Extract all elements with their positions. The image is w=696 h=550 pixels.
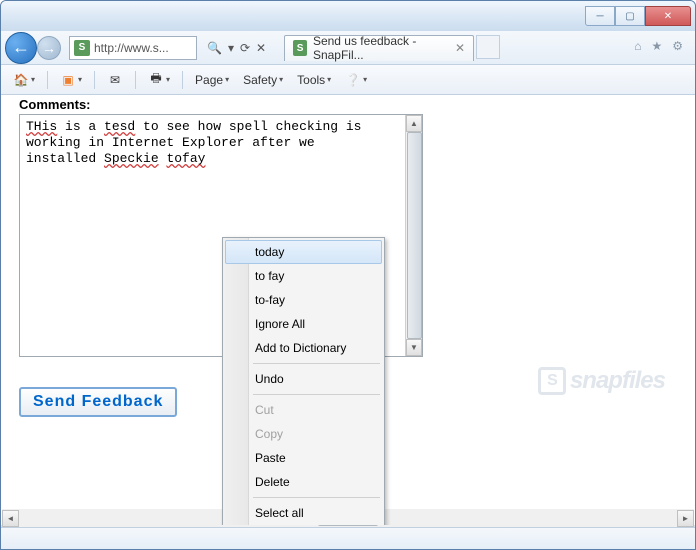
browser-window: ─ ▢ ✕ ← → S http://www.s... 🔍 ▾ ⟳ ✕ S Se… (0, 0, 696, 550)
menu-item[interactable]: Select all (225, 501, 382, 525)
separator (94, 71, 95, 89)
refresh-icon[interactable]: ⟳ (240, 41, 250, 55)
send-feedback-button[interactable]: Send Feedback (19, 387, 177, 417)
tools-gear-icon[interactable]: ⚙ (672, 39, 683, 53)
scroll-up-button[interactable]: ▲ (406, 115, 422, 132)
scroll-right-button[interactable]: ► (677, 510, 694, 527)
vertical-scrollbar[interactable]: ▲ ▼ (405, 115, 422, 356)
mail-button[interactable]: ✉ (103, 70, 127, 90)
context-menu: todayto fayto-fayIgnore AllAdd to Dictio… (222, 237, 385, 525)
maximize-button[interactable]: ▢ (615, 6, 645, 26)
separator (135, 71, 136, 89)
site-favicon: S (74, 40, 90, 56)
menu-item[interactable]: Undo (225, 367, 382, 391)
minimize-button[interactable]: ─ (585, 6, 615, 26)
search-dropdown[interactable]: ▾ (228, 41, 234, 55)
safety-menu[interactable]: Safety▾ (239, 71, 287, 89)
stop-icon[interactable]: ✕ (256, 41, 266, 55)
misspelled-word[interactable]: THis (26, 119, 57, 134)
menu-item: Copy (225, 422, 382, 446)
misspelled-word[interactable]: Speckie (104, 151, 159, 166)
scroll-left-button[interactable]: ◄ (2, 510, 19, 527)
page-menu[interactable]: Page▾ (191, 71, 233, 89)
chrome-icons: ⌂ ★ ⚙ (634, 39, 683, 53)
navbar: ← → S http://www.s... 🔍 ▾ ⟳ ✕ S Send us … (1, 31, 695, 65)
separator (182, 71, 183, 89)
scroll-thumb[interactable] (407, 132, 422, 339)
menu-item: Cut (225, 398, 382, 422)
favorites-icon[interactable]: ★ (651, 39, 662, 53)
watermark-icon: S (538, 367, 566, 395)
menu-item[interactable]: Add to Dictionary (225, 336, 382, 360)
scroll-down-button[interactable]: ▼ (406, 339, 422, 356)
separator (47, 71, 48, 89)
comments-label: Comments: (19, 97, 677, 112)
menu-item[interactable]: today (225, 240, 382, 264)
help-button[interactable]: ❔▾ (341, 70, 371, 90)
menu-item[interactable]: Ignore All (225, 312, 382, 336)
address-bar[interactable]: S http://www.s... (69, 36, 197, 60)
tab-favicon: S (293, 40, 307, 56)
tab-title: Send us feedback - SnapFil... (313, 34, 449, 62)
status-bar (1, 527, 695, 549)
url-text: http://www.s... (94, 41, 169, 55)
misspelled-word[interactable]: tofay (166, 151, 205, 166)
browser-tab[interactable]: S Send us feedback - SnapFil... ✕ (284, 35, 474, 61)
feeds-button[interactable]: ▣▾ (56, 70, 86, 90)
close-button[interactable]: ✕ (645, 6, 691, 26)
misspelled-word[interactable]: tesd (104, 119, 135, 134)
watermark: S snapfiles (538, 367, 665, 395)
tab-strip: S Send us feedback - SnapFil... ✕ (284, 35, 500, 61)
command-bar: 🏠▾ ▣▾ ✉ 🖶▾ Page▾ Safety▾ Tools▾ ❔▾ (1, 65, 695, 95)
menu-item[interactable]: to-fay (225, 288, 382, 312)
home-button[interactable]: 🏠▾ (9, 70, 39, 90)
tools-menu[interactable]: Tools▾ (293, 71, 335, 89)
search-icon[interactable]: 🔍 (207, 41, 222, 55)
nav-controls: 🔍 ▾ ⟳ ✕ (199, 41, 274, 55)
menu-separator (253, 363, 380, 364)
back-button[interactable]: ← (5, 32, 37, 64)
menu-separator (253, 497, 380, 498)
home-icon[interactable]: ⌂ (634, 39, 641, 53)
new-tab-button[interactable] (476, 35, 500, 59)
page-content: Comments: THis is a tesd to see how spel… (1, 95, 695, 525)
menu-item[interactable]: to fay (225, 264, 382, 288)
menu-item[interactable]: Delete (225, 470, 382, 494)
menu-item[interactable]: Paste (225, 446, 382, 470)
forward-button[interactable]: → (37, 36, 61, 60)
titlebar: ─ ▢ ✕ (1, 1, 695, 31)
window-controls: ─ ▢ ✕ (585, 6, 691, 26)
tab-close-icon[interactable]: ✕ (455, 41, 465, 55)
print-button[interactable]: 🖶▾ (144, 70, 174, 90)
menu-separator (253, 394, 380, 395)
